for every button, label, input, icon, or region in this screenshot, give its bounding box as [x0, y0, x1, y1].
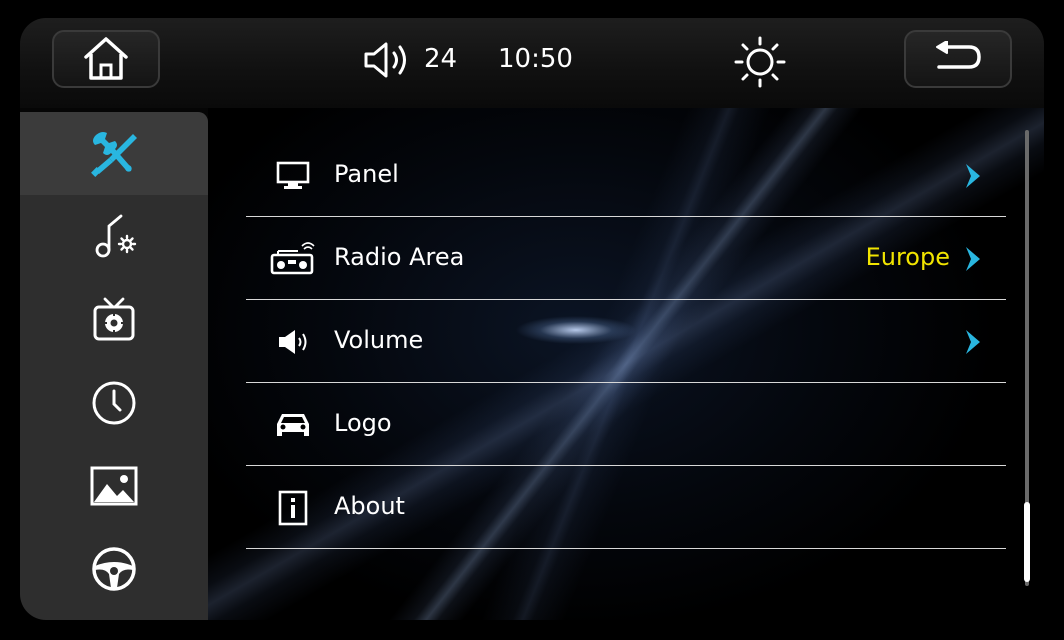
chevron-right-icon: [966, 164, 980, 188]
menu-item-about[interactable]: About: [246, 466, 1006, 549]
home-button[interactable]: [52, 30, 160, 88]
settings-sidebar: [20, 112, 208, 620]
menu-item-label: Panel: [334, 160, 399, 188]
info-icon: [268, 490, 318, 526]
steering-wheel-icon: [92, 546, 136, 591]
speaker-icon: [268, 324, 318, 360]
menu-item-radio-area[interactable]: Radio Area Europe: [246, 217, 1006, 300]
chevron-right-icon: [966, 330, 980, 354]
settings-content: Panel Radio Area Europe Volume Logo Abou…: [208, 108, 1044, 620]
sidebar-item-general[interactable]: [20, 112, 208, 195]
tv-settings-icon: [93, 297, 135, 340]
sidebar-item-wallpaper[interactable]: [20, 444, 208, 527]
top-bar: 24 10:50: [20, 18, 1044, 108]
radio-area-value: Europe: [865, 243, 950, 271]
menu-item-label: Logo: [334, 409, 392, 437]
scrollbar-thumb[interactable]: [1024, 502, 1030, 582]
volume-icon[interactable]: [362, 40, 414, 80]
menu-item-label: About: [334, 492, 405, 520]
back-arrow-icon: [936, 41, 981, 69]
monitor-icon: [268, 158, 318, 194]
sidebar-item-time[interactable]: [20, 361, 208, 444]
head-unit-screen: 24 10:50 Panel Radio Area Europe Volume …: [20, 18, 1044, 620]
home-icon: [84, 37, 128, 80]
sidebar-item-display[interactable]: [20, 278, 208, 361]
music-settings-icon: [95, 214, 137, 257]
car-icon: [268, 407, 318, 443]
image-icon: [90, 466, 138, 505]
menu-item-label: Volume: [334, 326, 424, 354]
menu-item-logo[interactable]: Logo: [246, 383, 1006, 466]
back-button[interactable]: [904, 30, 1012, 88]
chevron-right-icon: [966, 247, 980, 271]
tools-icon: [91, 131, 137, 177]
menu-item-panel[interactable]: Panel: [246, 134, 1006, 217]
clock-time: 10:50: [498, 44, 573, 74]
brightness-icon[interactable]: [734, 36, 786, 88]
sidebar-item-audio[interactable]: [20, 195, 208, 278]
volume-level: 24: [424, 44, 458, 74]
menu-item-label: Radio Area: [334, 243, 465, 271]
radio-icon: [268, 241, 318, 277]
sidebar-item-steering[interactable]: [20, 527, 208, 610]
clock-icon: [92, 381, 136, 424]
menu-item-volume[interactable]: Volume: [246, 300, 1006, 383]
